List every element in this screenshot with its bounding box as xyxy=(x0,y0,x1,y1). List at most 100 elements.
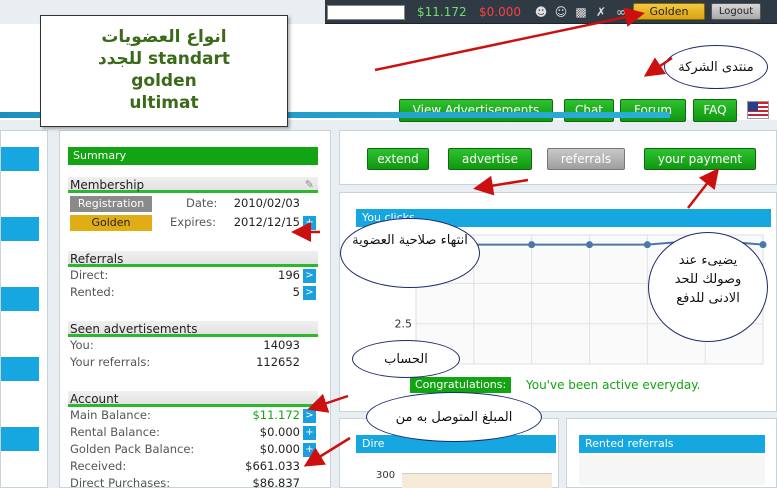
direct-referrals-row: Direct: 196 > xyxy=(68,267,318,284)
golden-pack-value: $0.000 xyxy=(259,442,300,456)
forum-note: منتدى الشركة xyxy=(664,45,768,89)
rented-label: Rented: xyxy=(70,285,115,299)
user-icon[interactable]: ☻ xyxy=(533,4,549,20)
congrats-label: Congratulations: xyxy=(410,377,512,393)
left-menu-item[interactable] xyxy=(1,147,39,171)
payment-note: يضيىء عند وصولك للحد الادنى للدفع xyxy=(648,232,768,342)
summary-header: Summary xyxy=(68,147,318,165)
seen-referrals-label: Your referrals: xyxy=(70,355,151,369)
earned-note: المبلغ المتوصل به من xyxy=(366,392,542,442)
golden-pack-label: Golden Pack Balance: xyxy=(70,442,195,456)
rented-referrals-header: Rented referrals xyxy=(579,435,765,453)
golden-pack-add[interactable]: + xyxy=(303,443,316,457)
registration-date: 2010/02/03 xyxy=(233,196,300,210)
seen-ads-section: Seen advertisements You: 14093 Your refe… xyxy=(68,321,318,371)
main-balance-indicator: $11.172 xyxy=(417,5,467,19)
chat-button[interactable]: Chat xyxy=(564,99,614,122)
forum-button[interactable]: Forum xyxy=(620,99,686,122)
direct-chart-area xyxy=(402,473,552,488)
expiry-note: انتهاء صلاحية العضوية xyxy=(340,218,480,288)
search-input[interactable] xyxy=(327,5,405,20)
worker-icon[interactable]: ☺ xyxy=(553,4,569,20)
direct-purchases-label: Direct Purchases: xyxy=(70,476,171,488)
rental-balance-indicator: $0.000 xyxy=(479,5,521,19)
left-menu-item[interactable] xyxy=(1,427,39,451)
received-row: Received: $661.033 xyxy=(68,458,318,475)
summary-panel: Summary Membership ✎ Registration Date: … xyxy=(59,130,331,488)
tools-icon[interactable]: ✗ xyxy=(593,4,609,20)
seen-you-value: 14093 xyxy=(263,338,300,352)
clicks-data-point xyxy=(643,241,651,249)
received-value: $661.033 xyxy=(245,459,300,473)
rental-balance-row: Rental Balance: $0.000 + xyxy=(68,424,318,441)
direct-value: 196 xyxy=(278,268,300,282)
account-note: الحساب xyxy=(352,340,460,378)
left-menu-item[interactable] xyxy=(1,357,39,381)
extend-membership-button[interactable]: + xyxy=(303,216,316,230)
main-balance-value: $11.172 xyxy=(252,408,300,422)
membership-type-golden: golden xyxy=(131,71,197,91)
link-icon[interactable]: ∞ xyxy=(613,4,629,20)
left-menu-item[interactable] xyxy=(1,217,39,241)
main-balance-arrow[interactable]: > xyxy=(303,409,316,423)
main-balance-row: Main Balance: $11.172 > xyxy=(68,407,318,424)
date-label: Date: xyxy=(186,196,218,210)
membership-type-standart: للجدد standart xyxy=(97,49,230,69)
left-menu-item[interactable] xyxy=(1,287,39,311)
rental-balance-add[interactable]: + xyxy=(303,426,316,440)
rented-chart-area xyxy=(579,455,765,485)
faq-button[interactable]: FAQ xyxy=(693,99,737,122)
registration-badge: Registration xyxy=(70,196,152,212)
rented-value: 5 xyxy=(292,285,300,299)
seen-you-label: You: xyxy=(70,338,94,352)
direct-referrals-arrow[interactable]: > xyxy=(303,269,316,283)
registration-row: Registration Date: 2010/02/03 xyxy=(68,195,318,212)
direct-label: Direct: xyxy=(70,268,109,282)
direct-chart-tick: 300 xyxy=(376,470,396,481)
membership-title-text: Membership xyxy=(70,178,145,192)
advertise-button[interactable]: advertise xyxy=(448,148,532,170)
seen-ads-title: Seen advertisements xyxy=(68,321,318,337)
membership-title: Membership ✎ xyxy=(68,177,318,193)
extend-button[interactable]: extend xyxy=(367,148,429,170)
y-tick-label: 2.5 xyxy=(395,318,413,331)
golden-badge: Golden xyxy=(70,215,152,231)
direct-purchases-row: Direct Purchases: $86.837 xyxy=(68,475,318,488)
your-payment-button[interactable]: your payment xyxy=(644,148,756,170)
congrats-text: You've been active everyday. xyxy=(526,378,701,392)
rental-balance-value: $0.000 xyxy=(259,425,300,439)
membership-section: Membership ✎ Registration Date: 2010/02/… xyxy=(68,177,318,231)
clicks-data-point xyxy=(528,241,536,249)
expires-label: Expires: xyxy=(170,215,216,229)
top-bar: $11.172 $0.000 ☻ ☺ ▩ ✗ ∞ Golden Logout xyxy=(325,0,777,24)
edit-icon[interactable]: ✎ xyxy=(305,177,314,193)
direct-purchases-value: $86.837 xyxy=(252,476,300,488)
account-title: Account xyxy=(68,391,318,407)
membership-type-row: Golden Expires: 2012/12/15 + xyxy=(68,214,318,231)
clicks-data-point xyxy=(759,241,767,249)
account-section: Account Main Balance: $11.172 > Rental B… xyxy=(68,391,318,488)
rented-referrals-row: Rented: 5 > xyxy=(68,284,318,301)
us-flag-icon[interactable] xyxy=(747,101,769,119)
left-menu-panel xyxy=(0,130,48,488)
membership-golden-button[interactable]: Golden xyxy=(633,3,705,20)
logout-button[interactable]: Logout xyxy=(711,3,761,20)
view-advertisements-button[interactable]: View Advertisements xyxy=(399,99,553,122)
rented-referrals-panel: Rented referrals xyxy=(566,418,777,488)
membership-type-ultimat: ultimat xyxy=(129,93,199,113)
seen-referrals-row: Your referrals: 112652 xyxy=(68,354,318,371)
membership-types-note: انواع العضويات للجدد standart golden ult… xyxy=(40,15,288,127)
referrals-title: Referrals xyxy=(68,251,318,267)
seen-you-row: You: 14093 xyxy=(68,337,318,354)
received-label: Received: xyxy=(70,459,127,473)
rented-referrals-arrow[interactable]: > xyxy=(303,286,316,300)
stats-icon[interactable]: ▩ xyxy=(573,4,589,20)
rental-balance-label: Rental Balance: xyxy=(70,425,160,439)
seen-referrals-value: 112652 xyxy=(256,355,300,369)
referrals-button[interactable]: referrals xyxy=(547,148,625,170)
expires-date: 2012/12/15 xyxy=(233,215,300,229)
referrals-section: Referrals Direct: 196 > Rented: 5 > xyxy=(68,251,318,301)
main-balance-label: Main Balance: xyxy=(70,408,151,422)
actions-panel: extend advertise referrals your payment xyxy=(339,130,777,185)
clicks-data-point xyxy=(586,241,593,249)
